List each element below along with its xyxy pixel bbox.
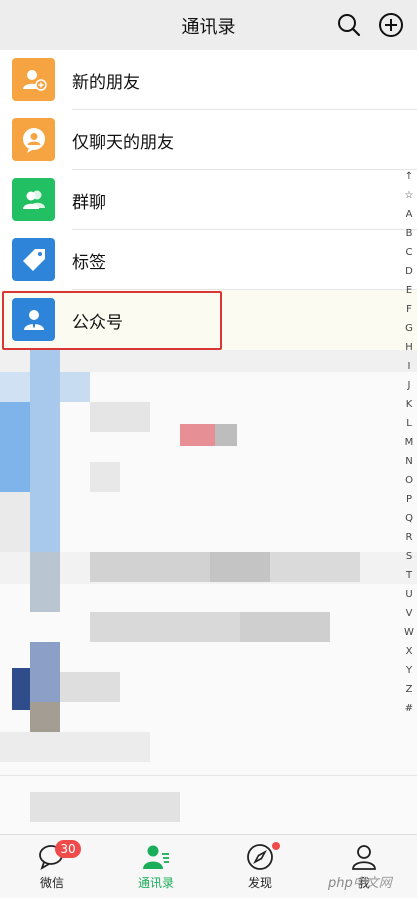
index-letter[interactable]: C bbox=[399, 243, 417, 262]
index-letter[interactable]: Y bbox=[399, 661, 417, 680]
list-item-label: 仅聊天的朋友 bbox=[72, 133, 174, 153]
blur-block bbox=[0, 372, 30, 402]
index-letter[interactable]: O bbox=[399, 471, 417, 490]
official-account-icon bbox=[12, 298, 55, 341]
blur-block bbox=[30, 792, 180, 822]
index-letter[interactable]: D bbox=[399, 262, 417, 281]
index-letter[interactable]: X bbox=[399, 642, 417, 661]
list-item-group-chats[interactable]: 群聊 bbox=[0, 170, 417, 230]
index-letter[interactable]: K bbox=[399, 395, 417, 414]
index-letter[interactable]: T bbox=[399, 566, 417, 585]
group-chat-icon bbox=[12, 178, 55, 221]
list-item-label: 公众号 bbox=[72, 313, 123, 333]
person-icon bbox=[352, 845, 376, 870]
index-letter[interactable]: F bbox=[399, 300, 417, 319]
index-letter[interactable]: ☆ bbox=[399, 186, 417, 205]
tab-discover[interactable]: 发现 bbox=[208, 835, 312, 898]
list-item-chat-only-friends[interactable]: 仅聊天的朋友 bbox=[0, 110, 417, 170]
unread-badge: 30 bbox=[55, 840, 81, 858]
index-letter[interactable]: W bbox=[399, 623, 417, 642]
contacts-function-list: 新的朋友 仅聊天的朋友 群聊 标签 公众号 bbox=[0, 50, 417, 350]
index-letter[interactable]: N bbox=[399, 452, 417, 471]
index-letter[interactable]: Q bbox=[399, 509, 417, 528]
blur-block bbox=[12, 668, 30, 710]
index-letter[interactable]: H bbox=[399, 338, 417, 357]
blur-block bbox=[90, 552, 210, 582]
top-nav-bar: 通讯录 bbox=[0, 0, 417, 50]
tab-contacts[interactable]: 通讯录 bbox=[104, 835, 208, 898]
blur-block bbox=[30, 642, 60, 702]
add-friend-icon bbox=[12, 58, 55, 101]
list-item-label: 标签 bbox=[72, 253, 106, 273]
blur-block bbox=[0, 402, 30, 492]
blur-block bbox=[0, 492, 30, 552]
blur-block bbox=[180, 424, 215, 446]
index-letter[interactable]: S bbox=[399, 547, 417, 566]
contacts-list-blurred bbox=[0, 350, 417, 835]
divider bbox=[0, 775, 417, 776]
blur-block bbox=[215, 424, 237, 446]
blur-block bbox=[60, 372, 90, 402]
index-letter[interactable]: L bbox=[399, 414, 417, 433]
blur-block bbox=[60, 672, 120, 702]
index-letter[interactable]: M bbox=[399, 433, 417, 452]
blur-block bbox=[0, 732, 150, 762]
blur-block bbox=[90, 612, 240, 642]
notification-dot bbox=[272, 842, 280, 850]
index-letter[interactable]: V bbox=[399, 604, 417, 623]
watermark-cn: 中文网 bbox=[352, 876, 392, 891]
index-letter[interactable]: ↑ bbox=[399, 167, 417, 186]
contacts-icon bbox=[143, 845, 169, 869]
list-item-label: 群聊 bbox=[72, 193, 106, 213]
list-item-label: 新的朋友 bbox=[72, 73, 140, 93]
index-letter[interactable]: U bbox=[399, 585, 417, 604]
blur-block bbox=[30, 552, 60, 612]
tab-label: 通讯录 bbox=[137, 876, 174, 890]
watermark: php中文网 bbox=[328, 872, 392, 891]
index-letter[interactable]: E bbox=[399, 281, 417, 300]
list-item-official-accounts[interactable]: 公众号 bbox=[0, 290, 417, 350]
compass-icon bbox=[247, 844, 273, 870]
blur-block bbox=[30, 702, 60, 732]
index-letter[interactable]: # bbox=[399, 699, 417, 718]
blur-block bbox=[30, 350, 60, 560]
alphabet-index-bar[interactable]: ↑ ☆ A B C D E F G H I J K L M N O P Q R S T U V W X Y Z # bbox=[399, 167, 417, 718]
index-letter[interactable]: Z bbox=[399, 680, 417, 699]
chat-only-friend-icon bbox=[12, 118, 55, 161]
index-letter[interactable]: J bbox=[399, 376, 417, 395]
tab-label: 发现 bbox=[247, 876, 272, 890]
index-letter[interactable]: R bbox=[399, 528, 417, 547]
blur-block bbox=[90, 462, 120, 492]
blur-block bbox=[240, 612, 330, 642]
index-letter[interactable]: P bbox=[399, 490, 417, 509]
index-letter[interactable]: I bbox=[399, 357, 417, 376]
watermark-latin: php bbox=[328, 876, 353, 891]
blur-block bbox=[210, 552, 270, 582]
list-item-tags[interactable]: 标签 bbox=[0, 230, 417, 290]
list-item-new-friends[interactable]: 新的朋友 bbox=[0, 50, 417, 110]
tab-chats[interactable]: 30 微信 bbox=[0, 835, 104, 898]
tag-icon bbox=[12, 238, 55, 281]
plus-circle-icon[interactable] bbox=[378, 12, 404, 38]
index-letter[interactable]: G bbox=[399, 319, 417, 338]
search-icon[interactable] bbox=[336, 12, 362, 38]
tab-label: 微信 bbox=[39, 876, 64, 890]
blur-block bbox=[90, 402, 150, 432]
index-letter[interactable]: B bbox=[399, 224, 417, 243]
index-letter[interactable]: A bbox=[399, 205, 417, 224]
blur-block bbox=[270, 552, 360, 582]
blur-block bbox=[0, 350, 417, 372]
